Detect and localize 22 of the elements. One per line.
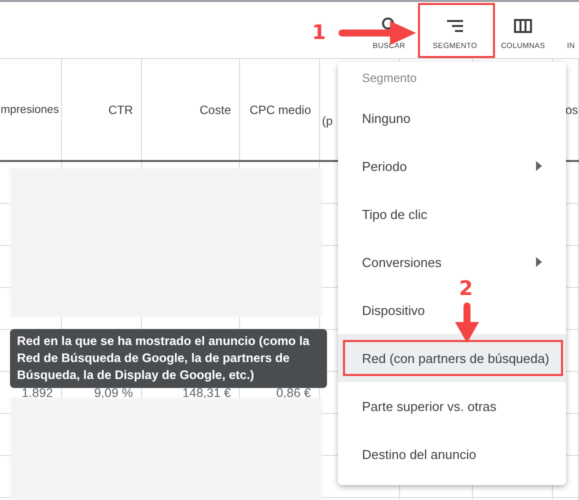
arrow-down (454, 302, 480, 344)
menu-item[interactable]: Red (con partners de búsqueda) (338, 334, 566, 382)
column-header: os (565, 102, 578, 116)
menu-item[interactable]: Tipo de clic (338, 190, 566, 238)
column-header: Coste (200, 102, 231, 116)
columns-icon (514, 19, 532, 33)
step-number: 1 (312, 20, 326, 44)
menu-item[interactable]: Destino del anuncio (338, 430, 566, 478)
table-cell: 9,09 % (94, 386, 133, 400)
tooltip: Red en la que se ha mostrado el anuncio (como la Red de Búsqueda de Google, la de partners de Búsqueda, la de Display de Google, etc.) (10, 329, 327, 388)
menu-title: Segmento (362, 71, 417, 85)
segment-icon (446, 19, 464, 33)
column-header: CTR (108, 102, 133, 116)
column-header: mpresiones (0, 104, 59, 116)
menu-item[interactable]: Ninguno (338, 94, 566, 142)
column-header: (p (322, 114, 333, 128)
column-header: CPC medio (250, 102, 311, 116)
menu-item[interactable]: Periodo (338, 142, 566, 190)
table-cell: 0,86 € (276, 386, 311, 400)
menu-item[interactable]: Parte superior vs. otras (338, 382, 566, 430)
table-cell: 148,31 € (182, 386, 231, 400)
table-cell: 1.892 (22, 386, 53, 400)
